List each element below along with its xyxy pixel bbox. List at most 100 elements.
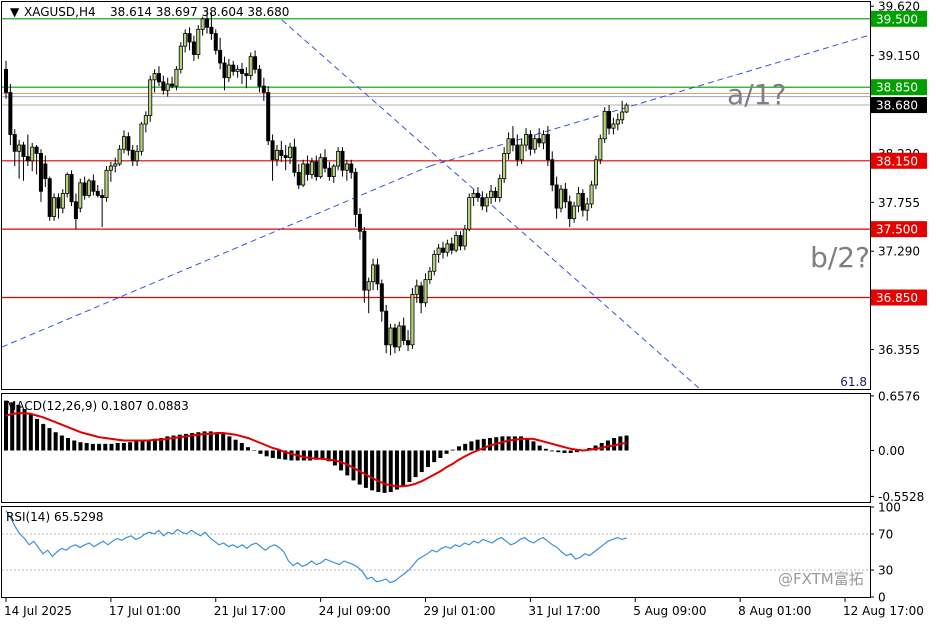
candle-body-bear [357, 214, 362, 232]
candle-body-bull [532, 138, 537, 150]
candle[interactable] [139, 121, 144, 156]
candle[interactable] [178, 41, 183, 74]
candle-body-bear [130, 149, 135, 162]
macd-bar [66, 438, 71, 451]
candle-body-bull [484, 197, 489, 207]
candle-body-bull [432, 253, 437, 272]
macd-bar [463, 443, 468, 451]
macd-bar [351, 450, 356, 481]
candle-body-bear [567, 201, 572, 220]
candle[interactable] [589, 180, 594, 209]
candle-body-bull [541, 134, 546, 144]
candle-body-bull [65, 174, 70, 194]
macd-bar [277, 450, 282, 459]
candle-body-bull [615, 119, 620, 125]
macd-bar [456, 446, 461, 451]
time-tick-label: 29 Jul 01:00 [424, 604, 496, 618]
candle[interactable] [497, 174, 502, 202]
time-tick-label: 14 Jul 2025 [4, 604, 72, 618]
candle[interactable] [248, 52, 253, 80]
candle[interactable] [624, 103, 629, 114]
candle-body-bull [598, 138, 603, 161]
candle-body-bear [73, 201, 78, 220]
candle-body-bull [611, 123, 616, 129]
candle-body-bear [362, 230, 367, 291]
candle-body-bull [165, 83, 170, 91]
macd-bar [376, 450, 381, 493]
candle[interactable] [593, 155, 598, 190]
candle[interactable] [410, 288, 415, 350]
watermark: @FXTM富拓 [778, 570, 864, 588]
candle-body-bear [392, 327, 397, 348]
candle[interactable] [78, 178, 83, 213]
candle[interactable] [47, 176, 52, 221]
candle-body-bear [440, 247, 445, 253]
candle-body-bear [550, 159, 555, 186]
candle[interactable] [558, 184, 563, 213]
candle[interactable] [69, 170, 74, 207]
macd-bar [450, 449, 455, 451]
time-tick-label: 5 Aug 09:00 [633, 604, 706, 618]
rsi-tick-label: 100 [878, 501, 901, 515]
price-tick-label: 37.755 [878, 196, 920, 210]
macd-bar [121, 443, 126, 451]
wave-label: b/2? [810, 241, 870, 274]
rsi-title: RSI(14) 65.5298 [6, 510, 104, 524]
candle-body-bull [445, 243, 450, 253]
candle-body-bull [121, 136, 126, 150]
time-tick-label: 8 Aug 01:00 [738, 604, 811, 618]
macd-tick-label: 0.6576 [878, 389, 920, 403]
candle-body-bear [379, 283, 384, 312]
candle-body-bear [191, 41, 196, 55]
candle[interactable] [196, 25, 201, 59]
macd-bar [134, 441, 139, 451]
level-tag-text: 38.150 [876, 154, 918, 168]
price-panel[interactable] [1, 1, 871, 390]
macd-bar [84, 443, 89, 451]
candle-body-bull [117, 148, 122, 165]
candle-body-bear [4, 68, 9, 93]
candle[interactable] [397, 321, 402, 352]
candle-body-bull [524, 134, 529, 146]
candle-body-bear [244, 73, 249, 77]
wave-label: a/1? [727, 78, 786, 111]
level-tag-text: 37.500 [876, 223, 918, 237]
candle-body-bear [100, 195, 105, 199]
candle[interactable] [148, 75, 153, 122]
candle-body-bull [200, 18, 205, 30]
candle-body-bear [607, 110, 612, 129]
candle-body-bear [375, 264, 380, 285]
macd-bar [339, 450, 344, 471]
macd-axis: 0.65760.00-0.5528 [870, 389, 924, 504]
candle[interactable] [104, 166, 109, 202]
candle-body-bear [91, 180, 96, 192]
candle-body-bear [327, 167, 332, 177]
level-tag-text: 39.500 [876, 12, 918, 26]
price-tick-label: 36.355 [878, 343, 920, 357]
candle-body-bull [78, 182, 83, 209]
candle[interactable] [467, 193, 472, 232]
candle-body-bear [231, 64, 236, 72]
candle[interactable] [52, 193, 57, 221]
candle[interactable] [602, 107, 607, 143]
macd-bar [512, 436, 517, 451]
candle-body-bear [56, 197, 61, 209]
macd-bar [531, 441, 536, 451]
trading-chart[interactable]: a/1? b/2? 61.8 ▼ XAGUSD,H4 38.614 38.697 … [0, 0, 936, 624]
candle-body-bear [257, 68, 262, 87]
macd-bar [401, 450, 406, 487]
candle-body-bear [12, 134, 17, 152]
candle-body-bull [620, 111, 625, 121]
macd-bar [568, 450, 573, 453]
candle[interactable] [301, 159, 306, 188]
candle-body-bear [528, 134, 533, 150]
candle-body-bear [283, 155, 288, 159]
candle[interactable] [598, 134, 603, 164]
candle-body-bull [471, 192, 476, 199]
candle-body-bull [344, 163, 349, 171]
macd-bar [301, 450, 306, 461]
candle[interactable] [87, 178, 92, 198]
candle-body-bear [213, 33, 218, 51]
candle[interactable] [266, 86, 271, 146]
macd-bar [506, 436, 511, 451]
